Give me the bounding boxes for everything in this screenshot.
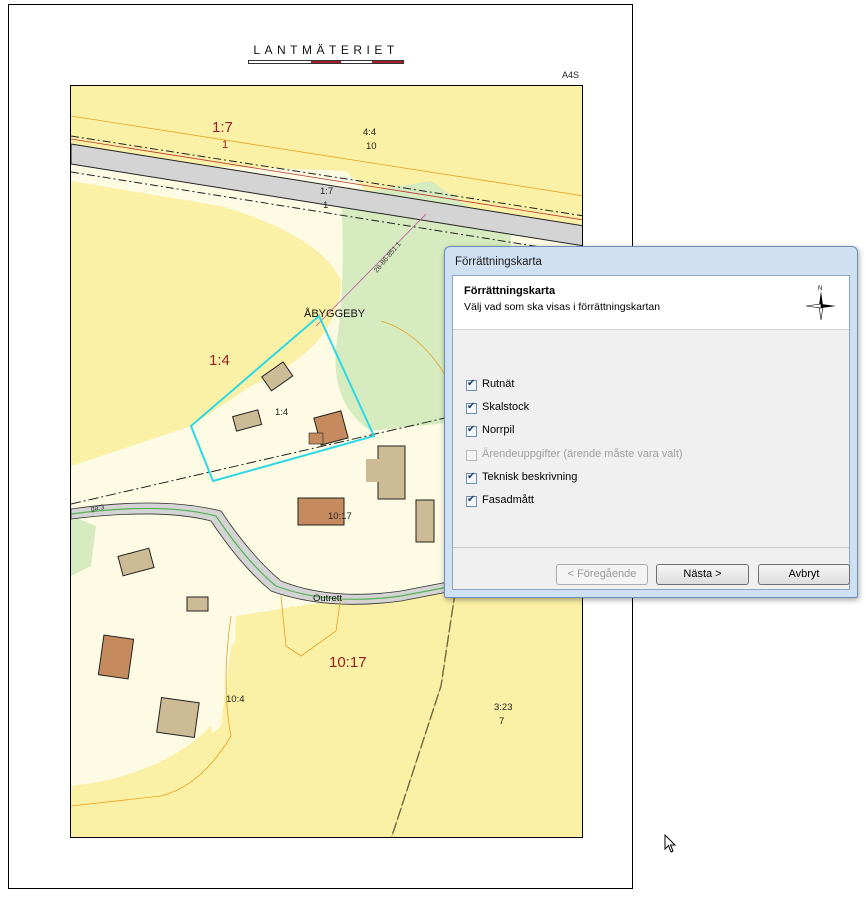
parcel-label: 1:7	[212, 119, 233, 136]
mouse-cursor-icon	[664, 833, 678, 859]
north-arrow-icon: N	[805, 286, 836, 321]
svg-text:N: N	[818, 286, 822, 292]
option-label: Rutnät	[482, 378, 515, 390]
parcel-label: 1:4	[275, 407, 288, 418]
village-label: ÅBYGGEBY	[304, 307, 366, 320]
dialog-separator	[453, 547, 849, 548]
road-name-label: Outrett	[313, 593, 342, 604]
rutnat-checkbox[interactable]	[466, 378, 477, 391]
dialog-body: Förrättningskarta Välj vad som ska visas…	[452, 275, 850, 590]
parcel-label: 10:17	[328, 511, 352, 522]
logo-text: LANTMÄTERIET	[253, 43, 399, 57]
parcel-label: 10:17	[329, 654, 367, 671]
fasadmatt-checkbox[interactable]	[466, 494, 477, 507]
dialog-header: Förrättningskarta Välj vad som ska visas…	[453, 276, 849, 330]
dialog-heading: Förrättningskarta	[464, 285, 556, 297]
options-list: Rutnät Skalstock Norrpil Ärendeuppgifter…	[466, 378, 683, 517]
option-label: Ärendeuppgifter (ärende måste vara valt)	[482, 447, 683, 460]
building	[186, 596, 209, 612]
building	[156, 696, 200, 739]
building	[97, 634, 135, 680]
building	[377, 445, 406, 500]
option-arendeuppgifter: Ärendeuppgifter (ärende måste vara valt)	[466, 448, 683, 471]
option-label: Norrpil	[482, 424, 515, 437]
option-label: Fasadmått	[482, 493, 534, 506]
parcel-label: 10:4	[226, 694, 245, 705]
building	[415, 499, 435, 543]
building	[308, 432, 324, 445]
paper-format-label: A4S	[562, 70, 580, 80]
option-norrpil[interactable]: Norrpil	[466, 424, 683, 447]
building	[366, 459, 380, 482]
option-fasadmatt[interactable]: Fasadmått	[466, 494, 683, 517]
option-skalstock[interactable]: Skalstock	[466, 401, 683, 424]
cancel-button[interactable]: Avbryt	[758, 564, 850, 585]
dialog-subheading: Välj vad som ska visas i förrättningskar…	[464, 301, 661, 313]
parcel-label: 1	[323, 200, 328, 211]
logo-scale-bar	[248, 60, 404, 64]
lantmateriet-logo: LANTMÄTERIET	[248, 43, 404, 64]
teknisk-beskrivning-checkbox[interactable]	[466, 471, 477, 484]
option-label: Skalstock	[482, 401, 530, 414]
parcel-label: 3:23	[494, 702, 513, 713]
option-rutnat[interactable]: Rutnät	[466, 378, 683, 401]
previous-button[interactable]: < Föregående	[556, 564, 648, 585]
parcel-label: 1:4	[209, 352, 230, 369]
dialog-title: Förrättningskarta	[455, 256, 542, 268]
option-teknisk-beskrivning[interactable]: Teknisk beskrivning	[466, 471, 683, 494]
parcel-label: 1:7	[320, 186, 333, 197]
field-area-lower	[213, 586, 582, 837]
parcel-label: 1	[222, 139, 228, 151]
arendeuppgifter-checkbox	[466, 449, 477, 461]
next-button[interactable]: Nästa >	[656, 564, 749, 585]
skalstock-checkbox[interactable]	[466, 401, 477, 415]
forrattningskarta-dialog: Förrättningskarta Förrättningskarta Välj…	[444, 246, 858, 598]
parcel-label: 4:4	[363, 127, 376, 138]
option-label: Teknisk beskrivning	[482, 470, 578, 483]
parcel-label: 10	[366, 141, 377, 152]
parcel-label: 7	[499, 716, 504, 727]
norrpil-checkbox[interactable]	[466, 424, 477, 438]
